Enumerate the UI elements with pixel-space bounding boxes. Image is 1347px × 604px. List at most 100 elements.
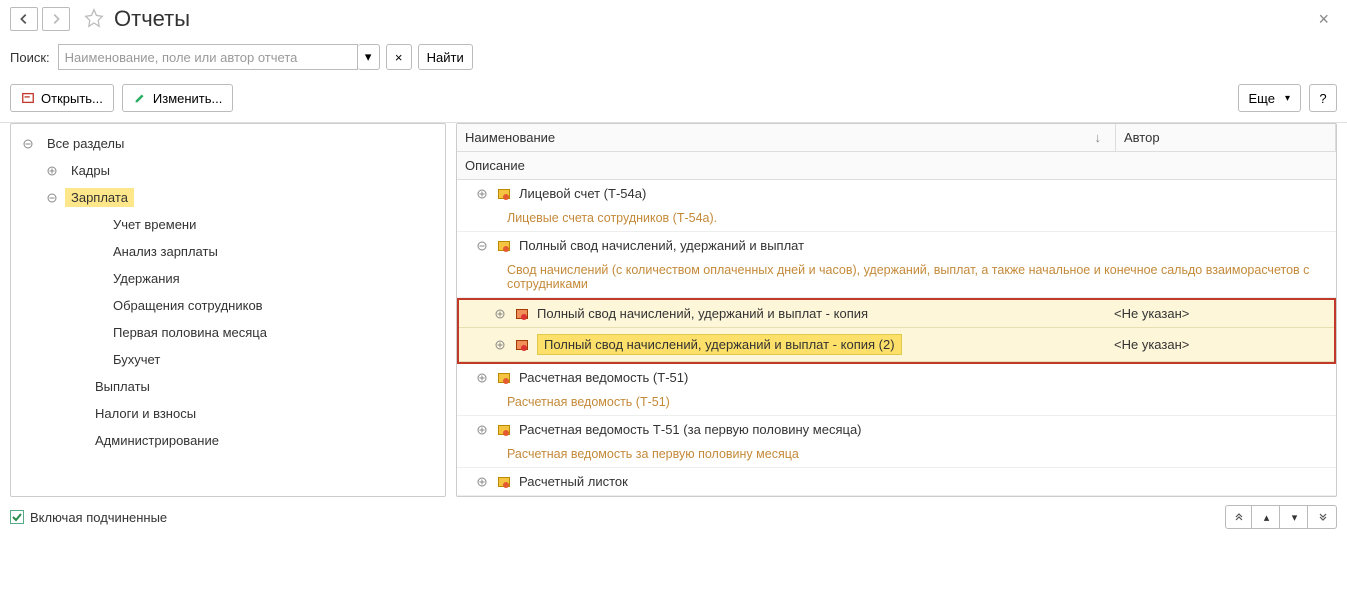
more-button-label: Еще [1249,91,1275,106]
expand-icon[interactable] [475,373,489,383]
report-icon [515,307,529,321]
page-title: Отчеты [114,6,190,32]
tree-item-label: Выплаты [89,377,156,396]
tree-item-label: Администрирование [89,431,225,450]
report-title: Полный свод начислений, удержаний и выпл… [537,306,868,321]
report-title: Полный свод начислений, удержаний и выпл… [519,238,804,253]
tree-item-label: Зарплата [65,188,134,207]
report-row[interactable]: Расчетная ведомость (Т-51) Расчетная ведо… [457,364,1336,416]
sections-tree: Все разделы Кадры Зарплата Учет времени Ана… [10,123,446,497]
favorite-star-icon[interactable] [84,8,104,31]
report-title: Расчетная ведомость Т-51 (за первую поло… [519,422,862,437]
report-title: Лицевой счет (Т-54а) [519,186,646,201]
report-row[interactable]: Полный свод начислений, удержаний и выпл… [459,328,1334,362]
spacer [87,326,101,340]
report-icon [515,338,529,352]
report-row[interactable]: Расчетная ведомость Т-51 (за первую поло… [457,416,1336,468]
report-icon [497,187,511,201]
clear-search-button[interactable]: × [386,44,412,70]
expand-icon[interactable] [475,425,489,435]
tree-item-label: Кадры [65,161,116,180]
report-row[interactable]: Полный свод начислений, удержаний и выпл… [457,232,1336,298]
spacer [87,299,101,313]
tree-item[interactable]: Обращения сотрудников [11,292,445,319]
report-description: Свод начислений (с количеством оплаченны… [457,259,1336,297]
nav-first-button[interactable] [1226,506,1252,528]
tree-item[interactable]: Бухучет [11,346,445,373]
report-description: Расчетная ведомость за первую половину м… [457,443,1336,467]
report-title: Расчетная ведомость (Т-51) [519,370,688,385]
tree-item[interactable]: Анализ зарплаты [11,238,445,265]
tree-item[interactable]: Выплаты [11,373,445,400]
report-row[interactable]: Полный свод начислений, удержаний и выпл… [459,300,1334,328]
open-button-label: Открыть... [41,91,103,106]
column-author[interactable]: Автор [1116,124,1336,151]
report-author: <Не указан> [1106,306,1326,321]
help-button[interactable]: ? [1309,84,1337,112]
include-subordinate-checkbox[interactable] [10,510,24,524]
back-button[interactable] [10,7,38,31]
search-label: Поиск: [10,50,50,65]
forward-button[interactable] [42,7,70,31]
tree-item[interactable]: Зарплата [11,184,445,211]
report-icon [497,475,511,489]
tree-item-label: Учет времени [107,215,202,234]
report-description: Расчетная ведомость (Т-51) [457,391,1336,415]
close-button[interactable]: × [1310,9,1337,30]
tree-item[interactable]: Кадры [11,157,445,184]
sort-arrow-icon: ↓ [1095,130,1102,145]
nav-strip: ▴ ▾ [1225,505,1337,529]
nav-down-button[interactable]: ▾ [1282,506,1308,528]
report-row[interactable]: Расчетный листок [457,468,1336,496]
collapse-icon[interactable] [475,241,489,251]
column-name[interactable]: Наименование ↓ [457,124,1116,151]
nav-up-button[interactable]: ▴ [1254,506,1280,528]
more-button[interactable]: Еще ▾ [1238,84,1301,112]
tree-item-label: Первая половина месяца [107,323,273,342]
column-header-row: Наименование ↓ Автор [457,124,1336,152]
open-button[interactable]: Открыть... [10,84,114,112]
report-icon [497,371,511,385]
expand-icon[interactable] [475,189,489,199]
edit-button[interactable]: Изменить... [122,84,233,112]
tree-item[interactable]: Учет времени [11,211,445,238]
spacer [69,407,83,421]
spacer [87,353,101,367]
spacer [87,218,101,232]
tree-root-label: Все разделы [41,134,130,153]
find-button[interactable]: Найти [418,44,473,70]
include-subordinate-label: Включая подчиненные [30,510,167,525]
expand-icon[interactable] [493,340,507,350]
tree-item-label: Налоги и взносы [89,404,202,423]
report-icon [497,423,511,437]
report-title: Расчетный листок [519,474,628,489]
tree-item-label: Удержания [107,269,186,288]
tree-item-label: Бухучет [107,350,166,369]
report-icon [497,239,511,253]
report-title: Полный свод начислений, удержаний и выпл… [537,334,902,355]
spacer [69,434,83,448]
expand-icon[interactable] [475,477,489,487]
tree-item[interactable]: Первая половина месяца [11,319,445,346]
report-author: <Не указан> [1106,337,1326,352]
tree-item[interactable]: Удержания [11,265,445,292]
spacer [87,272,101,286]
nav-last-button[interactable] [1310,506,1336,528]
expand-icon[interactable] [45,164,59,178]
column-description: Описание [457,152,1336,180]
tree-item-label: Анализ зарплаты [107,242,224,261]
spacer [69,380,83,394]
search-input[interactable] [58,44,358,70]
report-row[interactable]: Лицевой счет (Т-54а) Лицевые счета сотруд… [457,180,1336,232]
spacer [87,245,101,259]
collapse-icon[interactable] [45,191,59,205]
collapse-icon[interactable] [21,137,35,151]
tree-item[interactable]: Администрирование [11,427,445,454]
edit-button-label: Изменить... [153,91,222,106]
report-description: Лицевые счета сотрудников (Т-54а). [457,207,1336,231]
tree-root[interactable]: Все разделы [11,130,445,157]
dropdown-button[interactable]: ▾ [358,44,380,70]
expand-icon[interactable] [493,309,507,319]
tree-item-label: Обращения сотрудников [107,296,269,315]
tree-item[interactable]: Налоги и взносы [11,400,445,427]
